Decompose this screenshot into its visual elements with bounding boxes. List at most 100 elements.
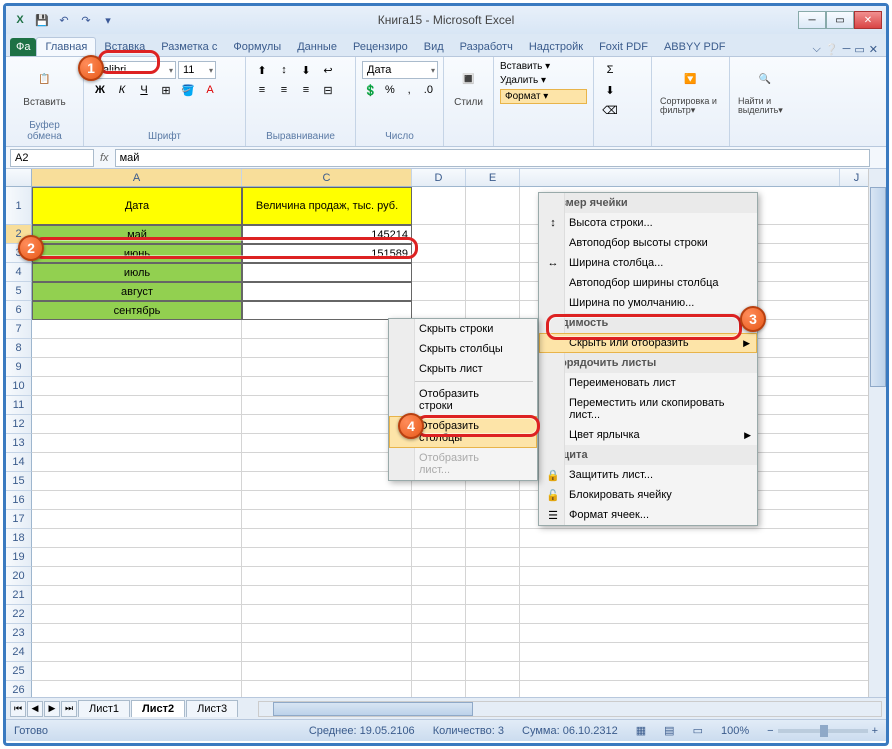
- mdi-close-icon[interactable]: ✕: [869, 43, 878, 56]
- tab-home[interactable]: Главная: [36, 37, 96, 56]
- fx-icon[interactable]: fx: [100, 152, 109, 164]
- cell[interactable]: [32, 491, 242, 510]
- col-header-a[interactable]: A: [32, 169, 242, 186]
- cell[interactable]: [242, 339, 412, 358]
- row-header[interactable]: 24: [6, 643, 32, 662]
- cell[interactable]: [32, 510, 242, 529]
- cell[interactable]: [412, 662, 466, 681]
- cell[interactable]: [466, 187, 520, 225]
- col-header-e[interactable]: E: [466, 169, 520, 186]
- close-button[interactable]: ✕: [854, 11, 882, 29]
- inc-decimal-button[interactable]: .0: [420, 81, 437, 99]
- cell[interactable]: [242, 548, 412, 567]
- cell[interactable]: [32, 567, 242, 586]
- menu-hide-rows[interactable]: Скрыть строки: [389, 319, 537, 339]
- cell[interactable]: [32, 453, 242, 472]
- sheet-nav-last[interactable]: ⏭: [61, 701, 77, 717]
- cell[interactable]: [412, 567, 466, 586]
- sheet-nav-prev[interactable]: ◀: [27, 701, 43, 717]
- sheet-nav-first[interactable]: ⏮: [10, 701, 26, 717]
- number-format-combo[interactable]: Дата: [362, 61, 438, 79]
- align-center-button[interactable]: ≡: [274, 81, 294, 99]
- vertical-scrollbar[interactable]: [868, 169, 886, 697]
- zoom-slider[interactable]: −+: [767, 725, 878, 737]
- maximize-button[interactable]: ▭: [826, 11, 854, 29]
- menu-format-cells[interactable]: ☰Формат ячеек...: [539, 505, 757, 525]
- formula-input[interactable]: май: [115, 149, 870, 167]
- cell[interactable]: [32, 586, 242, 605]
- cell[interactable]: [242, 510, 412, 529]
- cell[interactable]: [32, 662, 242, 681]
- cell[interactable]: август: [32, 282, 242, 301]
- bold-button[interactable]: Ж: [90, 81, 110, 99]
- col-header-d[interactable]: D: [412, 169, 466, 186]
- cell[interactable]: [520, 662, 874, 681]
- row-header[interactable]: 5: [6, 282, 32, 301]
- sheet-tab-3[interactable]: Лист3: [186, 700, 238, 717]
- cell[interactable]: [520, 605, 874, 624]
- currency-button[interactable]: 💲: [362, 81, 379, 99]
- cell[interactable]: [32, 434, 242, 453]
- zoom-level[interactable]: 100%: [721, 725, 749, 737]
- sheet-nav-next[interactable]: ▶: [44, 701, 60, 717]
- cell[interactable]: [466, 244, 520, 263]
- cell[interactable]: [242, 624, 412, 643]
- cell[interactable]: [520, 586, 874, 605]
- menu-lock-cell[interactable]: 🔓Блокировать ячейку: [539, 485, 757, 505]
- row-header[interactable]: 6: [6, 301, 32, 320]
- cell[interactable]: 151589: [242, 244, 412, 263]
- menu-hide-unhide[interactable]: Скрыть или отобразить▶: [539, 333, 757, 353]
- cell[interactable]: [242, 586, 412, 605]
- cell[interactable]: [412, 263, 466, 282]
- row-header[interactable]: 14: [6, 453, 32, 472]
- cell[interactable]: [466, 643, 520, 662]
- mdi-min-icon[interactable]: ─: [843, 43, 851, 56]
- cell[interactable]: [242, 320, 412, 339]
- tab-addins[interactable]: Надстройк: [521, 38, 591, 56]
- tab-formulas[interactable]: Формулы: [225, 38, 289, 56]
- cell[interactable]: [520, 529, 874, 548]
- select-all-corner[interactable]: [6, 169, 32, 186]
- cell[interactable]: Дата: [32, 187, 242, 225]
- cell[interactable]: июнь: [32, 244, 242, 263]
- cell[interactable]: [32, 472, 242, 491]
- cell[interactable]: [466, 681, 520, 697]
- tab-layout[interactable]: Разметка с: [153, 38, 225, 56]
- cell[interactable]: сентябрь: [32, 301, 242, 320]
- row-header[interactable]: 26: [6, 681, 32, 697]
- menu-default-width[interactable]: Ширина по умолчанию...: [539, 293, 757, 313]
- cell[interactable]: [466, 263, 520, 282]
- cell[interactable]: [32, 548, 242, 567]
- menu-unhide-rows[interactable]: Отобразить строки: [389, 384, 537, 416]
- row-header[interactable]: 4: [6, 263, 32, 282]
- insert-cells-button[interactable]: Вставить ▾: [500, 61, 587, 72]
- cell[interactable]: [32, 396, 242, 415]
- menu-hide-sheet[interactable]: Скрыть лист: [389, 359, 537, 379]
- tab-abbyy[interactable]: ABBYY PDF: [656, 38, 734, 56]
- cell[interactable]: [242, 434, 412, 453]
- tab-data[interactable]: Данные: [289, 38, 345, 56]
- row-header[interactable]: 16: [6, 491, 32, 510]
- cell[interactable]: [32, 605, 242, 624]
- sort-filter-button[interactable]: 🔽 Сортировка и фильтр▾: [658, 61, 723, 117]
- tab-insert[interactable]: Вставка: [96, 38, 153, 56]
- cell[interactable]: [32, 624, 242, 643]
- sheet-tab-2[interactable]: Лист2: [131, 700, 185, 717]
- row-header[interactable]: 18: [6, 529, 32, 548]
- cell[interactable]: [242, 263, 412, 282]
- tab-foxit[interactable]: Foxit PDF: [591, 38, 656, 56]
- cell[interactable]: [466, 548, 520, 567]
- cell[interactable]: [32, 339, 242, 358]
- align-right-button[interactable]: ≡: [296, 81, 316, 99]
- percent-button[interactable]: %: [381, 81, 398, 99]
- cell[interactable]: [466, 605, 520, 624]
- format-cells-button[interactable]: Формат ▾: [500, 89, 587, 104]
- sheet-tab-1[interactable]: Лист1: [78, 700, 130, 717]
- font-color-button[interactable]: A: [200, 81, 220, 99]
- cell[interactable]: [32, 377, 242, 396]
- cell[interactable]: [242, 491, 412, 510]
- redo-icon[interactable]: ↷: [76, 10, 96, 30]
- comma-button[interactable]: ,: [401, 81, 418, 99]
- paste-button[interactable]: 📋 Вставить: [12, 61, 77, 110]
- align-bottom-button[interactable]: ⬇: [296, 61, 316, 79]
